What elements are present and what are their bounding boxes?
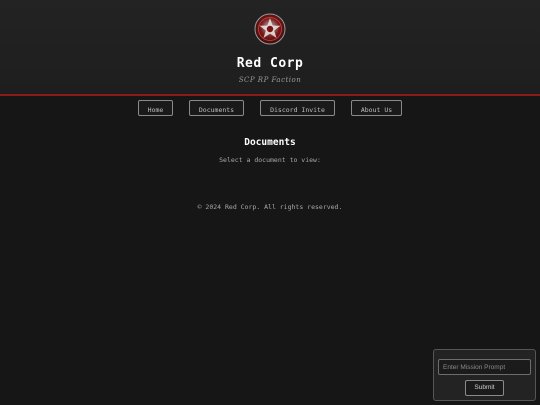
nav-documents-button[interactable]: Documents [189, 100, 244, 116]
mission-prompt-panel: Submit [433, 349, 536, 401]
site-subtitle: SCP RP Faction [238, 76, 302, 84]
footer-copyright: © 2024 Red Corp. All rights reserved. [197, 203, 343, 211]
site-title: Red Corp [236, 56, 304, 71]
page: Red Corp SCP RP Faction Home Documents D… [0, 0, 540, 405]
section-title: Documents [244, 137, 296, 148]
main-nav: Home Documents Discord Invite About Us [0, 100, 540, 118]
submit-button[interactable]: Submit [465, 380, 504, 396]
mission-prompt-input[interactable] [438, 359, 531, 375]
nav-about-us-button[interactable]: About Us [351, 100, 402, 116]
site-header: Red Corp SCP RP Faction [0, 0, 540, 96]
red-corp-emblem-icon [254, 13, 286, 45]
section-instructions: Select a document to view: [219, 156, 321, 164]
nav-home-button[interactable]: Home [138, 100, 173, 116]
nav-discord-invite-button[interactable]: Discord Invite [260, 100, 335, 116]
